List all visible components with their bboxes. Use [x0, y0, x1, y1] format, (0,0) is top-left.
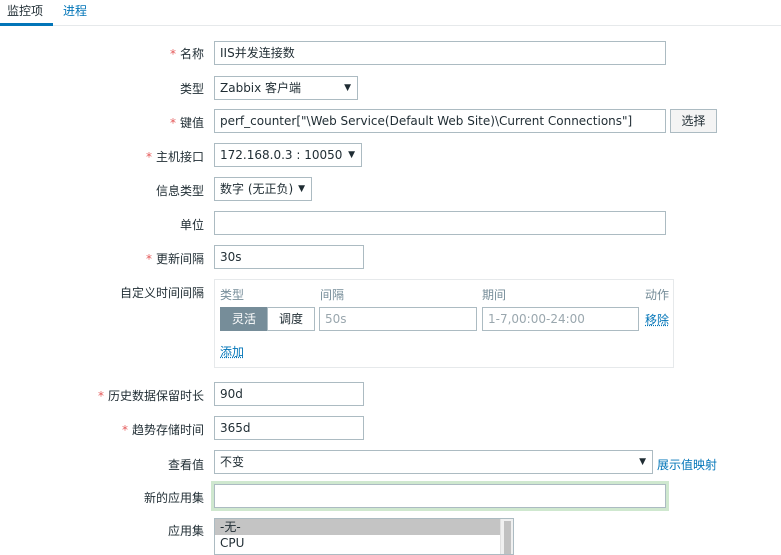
col-header-period: 期间: [482, 288, 507, 302]
show-value-label: 查看值: [167, 458, 204, 472]
show-value-select[interactable]: 不变 ▼: [214, 450, 653, 474]
period-input[interactable]: 1-7,00:00-24:00: [482, 307, 639, 331]
history-input[interactable]: 90d: [214, 382, 364, 406]
tab-item[interactable]: 监控项: [7, 2, 43, 19]
add-interval-link[interactable]: 添加: [220, 343, 244, 360]
col-header-action: 动作: [645, 288, 670, 302]
chevron-down-icon: ▼: [639, 457, 646, 467]
scheduling-toggle[interactable]: 调度: [267, 307, 315, 331]
active-tab-indicator: [0, 23, 53, 26]
info-type-label: 信息类型: [155, 184, 204, 198]
show-value-value: 不变: [220, 455, 245, 469]
scrollbar-thumb[interactable]: [504, 521, 511, 554]
chevron-down-icon: ▼: [298, 184, 305, 194]
scrollbar[interactable]: [500, 519, 513, 554]
list-item[interactable]: -无-: [215, 519, 500, 535]
show-value-mappings-link[interactable]: 展示值映射: [657, 456, 717, 473]
name-input[interactable]: IIS并发连接数: [214, 41, 666, 65]
host-interface-select[interactable]: 172.168.0.3 : 10050 ▼: [214, 143, 362, 167]
applications-label: 应用集: [167, 524, 204, 538]
host-interface-value: 172.168.0.3 : 10050: [220, 148, 343, 162]
tab-bar: 监控项 进程: [0, 0, 781, 26]
type-select-value: Zabbix 客户端: [220, 81, 302, 95]
type-select[interactable]: Zabbix 客户端 ▼: [214, 76, 358, 100]
custom-intervals-table: 类型 间隔 期间 动作 灵活 调度 50s 1-7,00:00-24:00 移除…: [214, 279, 674, 368]
host-interface-label: * 主机接口: [145, 150, 204, 164]
tab-processes[interactable]: 进程: [63, 2, 87, 19]
col-header-type: 类型: [220, 288, 245, 302]
key-label: * 键值: [169, 116, 204, 130]
list-item[interactable]: CPU: [215, 535, 513, 551]
new-application-input[interactable]: [214, 484, 666, 508]
chevron-down-icon: ▼: [344, 83, 351, 93]
units-label: 单位: [179, 218, 204, 232]
applications-listbox[interactable]: -无- CPU: [214, 518, 514, 555]
history-label: * 历史数据保留时长: [97, 389, 204, 403]
key-input[interactable]: perf_counter["\Web Service(Default Web S…: [214, 109, 666, 133]
units-input[interactable]: [214, 211, 666, 235]
custom-intervals-label: 自定义时间间隔: [119, 286, 204, 300]
remove-link[interactable]: 移除: [645, 311, 669, 328]
update-interval-label: * 更新间隔: [145, 252, 204, 266]
new-application-label: 新的应用集: [143, 491, 204, 505]
trends-input[interactable]: 365d: [214, 416, 364, 440]
select-key-button[interactable]: 选择: [670, 109, 717, 133]
chevron-down-icon: ▼: [348, 150, 355, 160]
update-interval-input[interactable]: 30s: [214, 245, 364, 269]
type-label: 类型: [179, 82, 204, 96]
trends-label: * 趋势存储时间: [121, 423, 204, 437]
col-header-interval: 间隔: [320, 288, 345, 302]
interval-input[interactable]: 50s: [319, 307, 477, 331]
flexible-toggle[interactable]: 灵活: [220, 307, 268, 331]
name-label: * 名称: [169, 47, 204, 61]
info-type-select[interactable]: 数字 (无正负) ▼: [214, 177, 312, 201]
info-type-value: 数字 (无正负): [220, 182, 294, 196]
